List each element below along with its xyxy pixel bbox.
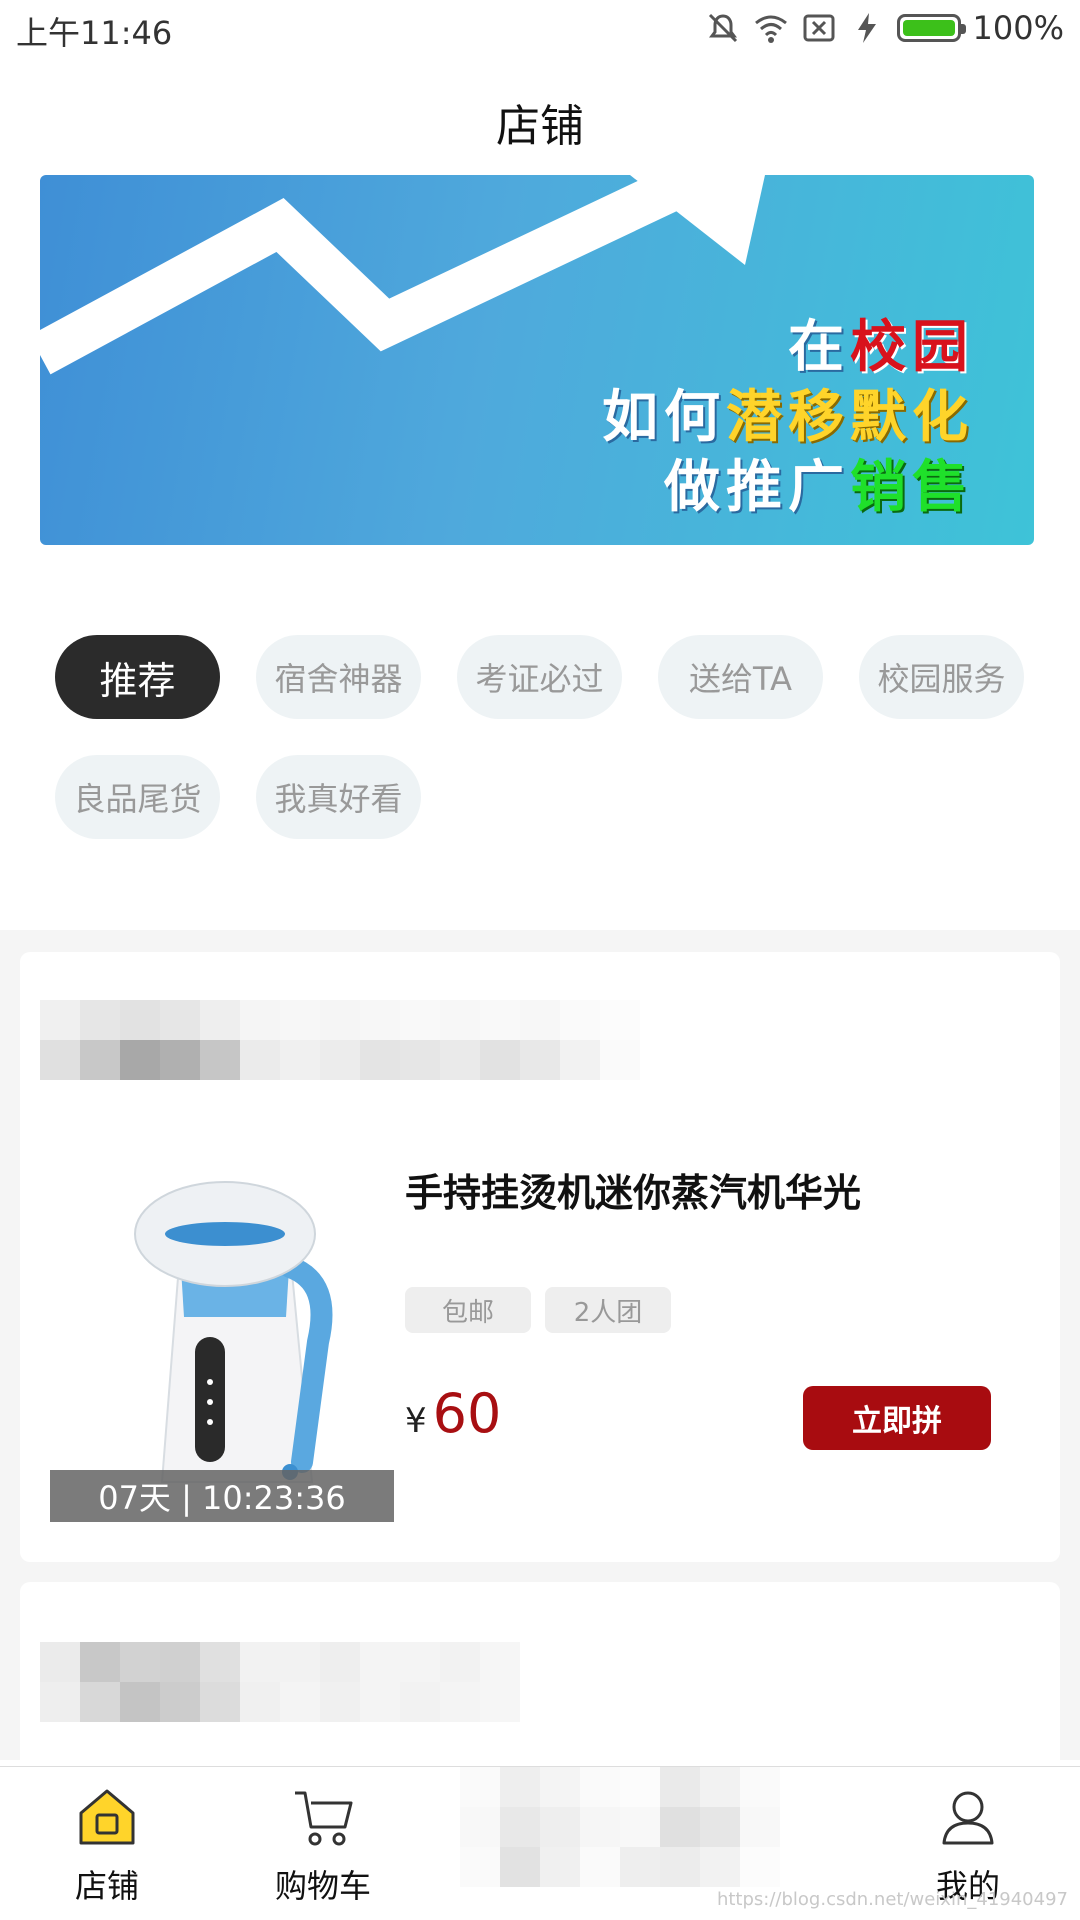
product-name[interactable]: 手持挂烫机迷你蒸汽机华光 — [405, 1162, 861, 1217]
banner-line-1: 在校园 — [788, 320, 974, 376]
no-sim-icon — [801, 10, 837, 46]
group-buy-button[interactable]: 立即拼 — [803, 1386, 991, 1450]
group-size-tag: 2人团 — [545, 1287, 671, 1333]
product-image[interactable]: 07天 | 10:23:36 — [50, 1142, 394, 1522]
tab-label: 购物车 — [274, 1867, 371, 1905]
category-tag-campus-service[interactable]: 校园服务 — [859, 635, 1024, 719]
promo-banner[interactable]: 在校园 如何潜移默化 做推广销售 — [40, 175, 1034, 545]
page-title: 店铺 — [496, 101, 584, 152]
banner-line-2: 如何潜移默化 — [602, 390, 974, 446]
category-tag-exam[interactable]: 考证必过 — [457, 635, 622, 719]
banner-text: 如何 — [602, 385, 726, 450]
user-icon — [942, 1791, 994, 1845]
battery-percent: 100% — [972, 9, 1064, 47]
blurred-shop-header — [40, 1000, 640, 1080]
banner-highlight: 校园 — [850, 315, 974, 380]
category-tag-recommend[interactable]: 推荐 — [55, 635, 220, 719]
category-tag-clearance[interactable]: 良品尾货 — [55, 755, 220, 839]
product-card[interactable]: 07天 | 10:23:36 手持挂烫机迷你蒸汽机华光 包邮 2人团 ¥ 60 … — [20, 952, 1060, 1562]
product-price: ¥ 60 — [405, 1382, 501, 1445]
tab-cart[interactable]: 购物车 — [243, 1785, 403, 1907]
countdown-timer: 07天 | 10:23:36 — [50, 1470, 394, 1522]
banner-text: 在 — [788, 315, 850, 380]
garment-steamer-image — [50, 1142, 394, 1522]
category-tag-dorm[interactable]: 宿舍神器 — [256, 635, 421, 719]
watermark: https://blog.csdn.net/weixin_41940497 — [716, 1889, 1068, 1910]
charging-icon — [849, 10, 885, 46]
free-shipping-tag: 包邮 — [405, 1287, 531, 1333]
price-value: 60 — [432, 1382, 502, 1445]
banner-highlight: 销售 — [850, 455, 974, 520]
currency-symbol: ¥ — [405, 1401, 427, 1441]
product-card[interactable] — [20, 1582, 1060, 1782]
blurred-shop-header — [40, 1642, 520, 1722]
store-icon — [79, 1789, 135, 1845]
banner-line-3: 做推广销售 — [664, 460, 974, 516]
banner-highlight: 潜移默化 — [726, 385, 974, 450]
status-icons: 100% — [705, 8, 1064, 48]
category-tag-beauty[interactable]: 我真好看 — [256, 755, 421, 839]
status-bar: 上午11:46 100% — [0, 0, 1080, 56]
cart-icon — [295, 1791, 353, 1846]
bottom-tab-bar: 店铺 购物车 我的 https://blog.csdn.net/weixin_4… — [0, 1766, 1080, 1920]
product-item[interactable]: 07天 | 10:23:36 手持挂烫机迷你蒸汽机华光 包邮 2人团 ¥ 60 … — [35, 1142, 1045, 1542]
blurred-tab-area — [460, 1767, 780, 1887]
mute-icon — [705, 10, 741, 46]
tab-label: 店铺 — [74, 1867, 139, 1905]
battery-icon — [896, 14, 966, 42]
status-time: 上午11:46 — [16, 14, 173, 52]
tab-store[interactable]: 店铺 — [27, 1785, 187, 1907]
category-tag-gift[interactable]: 送给TA — [658, 635, 823, 719]
wifi-icon — [753, 10, 789, 46]
banner-text: 做推广 — [664, 455, 850, 520]
